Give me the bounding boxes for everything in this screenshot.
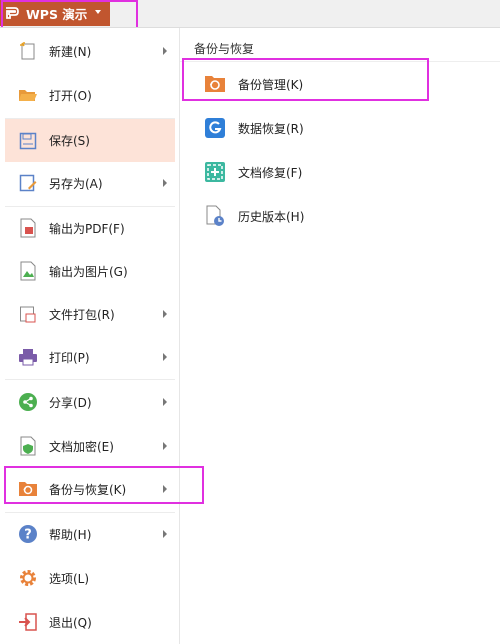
package-icon [18,304,38,324]
svg-text:?: ? [24,528,32,543]
arrow-right-icon [163,353,167,361]
arrow-right-icon [163,485,167,493]
menu-item-label: 帮助(H) [49,527,92,542]
arrow-right-icon [163,398,167,406]
arrow-right-icon [163,530,167,538]
save-icon [18,131,38,151]
data-recovery-icon [204,117,226,139]
new-file-icon [18,41,38,61]
arrow-right-icon [163,310,167,318]
submenu-item-backup-manage[interactable]: 备份管理(K) [186,63,426,105]
menu-item-save[interactable]: 保存(S) [5,119,175,162]
doc-repair-icon [204,161,226,183]
submenu-item-doc-repair[interactable]: 文档修复(F) [186,151,426,193]
file-menu: 新建(N) 打开(O) 保存(S) 另存为(A) 输出为PDF(F) 输出为图片… [0,27,500,644]
menu-item-save-as[interactable]: 另存为(A) [5,162,175,204]
export-image-icon [18,261,38,281]
print-icon [18,347,38,367]
menu-item-encrypt[interactable]: 文档加密(E) [5,425,175,467]
arrow-right-icon [163,47,167,55]
menu-item-export-image[interactable]: 输出为图片(G) [5,250,175,292]
menu-item-label: 保存(S) [49,134,90,148]
help-icon: ? [18,524,38,544]
encrypt-icon [18,436,38,456]
submenu-title: 备份与恢复 [194,42,255,56]
menu-item-label: 输出为PDF(F) [49,221,125,236]
exit-icon [18,612,38,632]
title-bar: WPS 演示 [0,0,500,28]
menu-item-package[interactable]: 文件打包(R) [5,293,175,335]
menu-item-label: 文档加密(E) [49,439,114,454]
submenu-item-label: 数据恢复(R) [238,121,304,136]
submenu-item-data-recovery[interactable]: 数据恢复(R) [186,107,426,149]
history-version-icon [204,205,226,227]
app-menu-button[interactable]: WPS 演示 [0,0,110,26]
file-menu-left-panel: 新建(N) 打开(O) 保存(S) 另存为(A) 输出为PDF(F) 输出为图片… [0,28,180,644]
menu-item-label: 备份与恢复(K) [49,482,127,497]
menu-item-export-pdf[interactable]: 输出为PDF(F) [5,207,175,249]
options-gear-icon [18,568,38,588]
backup-manage-icon [204,73,226,95]
menu-item-label: 文件打包(R) [49,307,115,322]
submenu-item-label: 历史版本(H) [238,209,305,224]
open-folder-icon [18,85,38,105]
submenu-item-history-version[interactable]: 历史版本(H) [186,195,426,237]
menu-item-label: 输出为图片(G) [49,264,128,279]
menu-item-label: 新建(N) [49,44,92,59]
submenu-item-label: 备份管理(K) [238,77,304,92]
arrow-right-icon [163,442,167,450]
menu-item-print[interactable]: 打印(P) [5,336,175,378]
arrow-right-icon [163,179,167,187]
menu-item-label: 另存为(A) [49,176,103,191]
menu-item-open[interactable]: 打开(O) [5,74,175,116]
menu-item-share[interactable]: 分享(D) [5,381,175,423]
menu-item-help[interactable]: ? 帮助(H) [5,513,175,555]
export-pdf-icon [18,218,38,238]
menu-item-label: 退出(Q) [49,615,92,630]
menu-item-label: 分享(D) [49,395,92,410]
caret-down-icon [95,10,101,14]
menu-item-label: 选项(L) [49,571,90,586]
menu-item-exit[interactable]: 退出(Q) [5,601,175,643]
save-as-icon [18,173,38,193]
backup-icon [18,479,38,499]
menu-item-options[interactable]: 选项(L) [5,557,175,599]
app-title: WPS 演示 [26,6,88,22]
share-icon [18,392,38,412]
menu-divider [5,379,175,380]
submenu-item-label: 文档修复(F) [238,165,303,180]
submenu-divider [180,61,500,62]
menu-item-label: 打开(O) [49,88,92,103]
menu-item-label: 打印(P) [49,350,90,365]
menu-item-backup-restore[interactable]: 备份与恢复(K) [5,468,175,510]
menu-item-new[interactable]: 新建(N) [5,30,175,72]
wps-presentation-logo-icon [6,7,19,19]
backup-restore-submenu: 备份与恢复 备份管理(K) 数据恢复(R) 文档修复(F) 历史版本(H) [180,28,500,644]
